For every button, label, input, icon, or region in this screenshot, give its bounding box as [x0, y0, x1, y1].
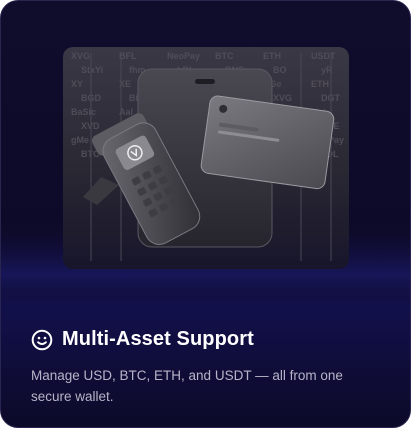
- ticker-text: BO: [273, 65, 287, 75]
- ticker-text: ETH: [311, 79, 329, 89]
- ticker-text: XY: [71, 79, 83, 89]
- smiley-face-icon: [31, 329, 53, 350]
- feature-card: XVGBFLNeoPayBTCETHUSDTStxYifhmhDLBNSBOyR…: [0, 0, 411, 428]
- ticker-text: NeoPay: [167, 51, 200, 61]
- ticker-text: ETH: [263, 51, 281, 61]
- payment-illustration: XVGBFLNeoPayBTCETHUSDTStxYifhmhDLBNSBOyR…: [1, 47, 410, 301]
- feature-heading: Multi-Asset Support: [31, 328, 254, 351]
- ticker-text: gMe: [71, 135, 89, 145]
- ticker-text: USDT: [311, 51, 336, 61]
- feature-title: Multi-Asset Support: [62, 328, 254, 350]
- feature-description: Manage USD, BTC, ETH, and USDT — all fro…: [31, 368, 343, 404]
- credit-card-icon: [200, 95, 335, 190]
- ticker-text: BTC: [215, 51, 234, 61]
- ticker-text: XVG: [71, 51, 90, 61]
- ticker-text: XVG: [273, 93, 292, 103]
- ticker-text: BaSic: [71, 107, 96, 117]
- ticker-text: StxYi: [81, 65, 103, 75]
- ticker-text: BFL: [119, 51, 137, 61]
